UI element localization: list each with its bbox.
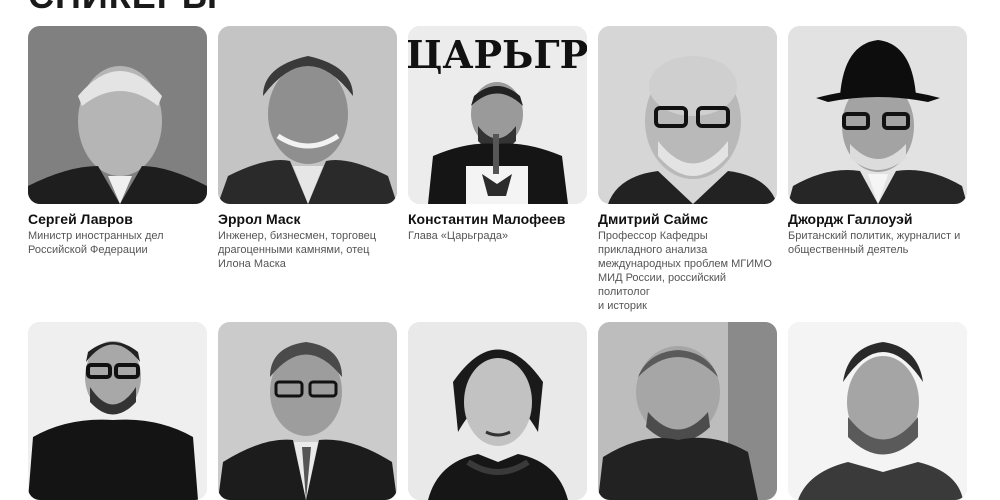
speaker-photo[interactable]	[218, 322, 397, 500]
speaker-photo[interactable]	[408, 322, 587, 500]
speaker-photo[interactable]	[788, 322, 967, 500]
speaker-role: Британский политик, журналист и обществе…	[788, 230, 961, 256]
speaker-name: Дмитрий Саймс	[598, 211, 709, 227]
speaker-name: Эррол Маск	[218, 211, 301, 227]
speaker-photo[interactable]	[788, 26, 967, 204]
speaker-role: Глава «Царьграда»	[408, 230, 509, 242]
speaker-card-10[interactable]	[788, 322, 967, 500]
speaker-card-errol-musk[interactable]: Эррол Маск Инженер, бизнесмен, торговец …	[218, 26, 397, 313]
speaker-photo[interactable]	[28, 322, 207, 500]
speaker-photo[interactable]	[598, 322, 777, 500]
speakers-grid: Сергей Лавров Министр иностранных дел Ро…	[28, 26, 974, 313]
speaker-card-simes[interactable]: Дмитрий Саймс Профессор Кафедры прикладн…	[598, 26, 777, 313]
speaker-name: Джордж Галлоуэй	[788, 211, 913, 227]
speaker-photo[interactable]	[218, 26, 397, 204]
section-title: СПИКЕРЫ	[28, 0, 218, 14]
speakers-grid-row-2	[28, 322, 974, 500]
speaker-name: Константин Малофеев	[408, 211, 566, 227]
speaker-photo[interactable]	[28, 26, 207, 204]
speaker-card-8[interactable]	[408, 322, 587, 500]
speaker-card-galloway[interactable]: Джордж Галлоуэй Британский политик, журн…	[788, 26, 967, 313]
speaker-card-6[interactable]	[28, 322, 207, 500]
speaker-role: Профессор Кафедры прикладного анализа ме…	[598, 230, 772, 312]
speaker-name: Сергей Лавров	[28, 211, 133, 227]
speaker-photo[interactable]	[598, 26, 777, 204]
speaker-card-malofeev[interactable]: ЦАРЬГР Константин Малофеев Глава «Царьгр…	[408, 26, 587, 313]
speaker-card-9[interactable]	[598, 322, 777, 500]
speaker-role: Инженер, бизнесмен, торговец драгоценным…	[218, 230, 377, 270]
speaker-photo[interactable]: ЦАРЬГР	[408, 26, 587, 204]
speaker-card-7[interactable]	[218, 322, 397, 500]
backdrop-lettering: ЦАРЬГР	[408, 32, 587, 77]
speaker-role: Министр иностранных дел Российской Федер…	[28, 230, 164, 256]
speaker-card-lavrov[interactable]: Сергей Лавров Министр иностранных дел Ро…	[28, 26, 207, 313]
